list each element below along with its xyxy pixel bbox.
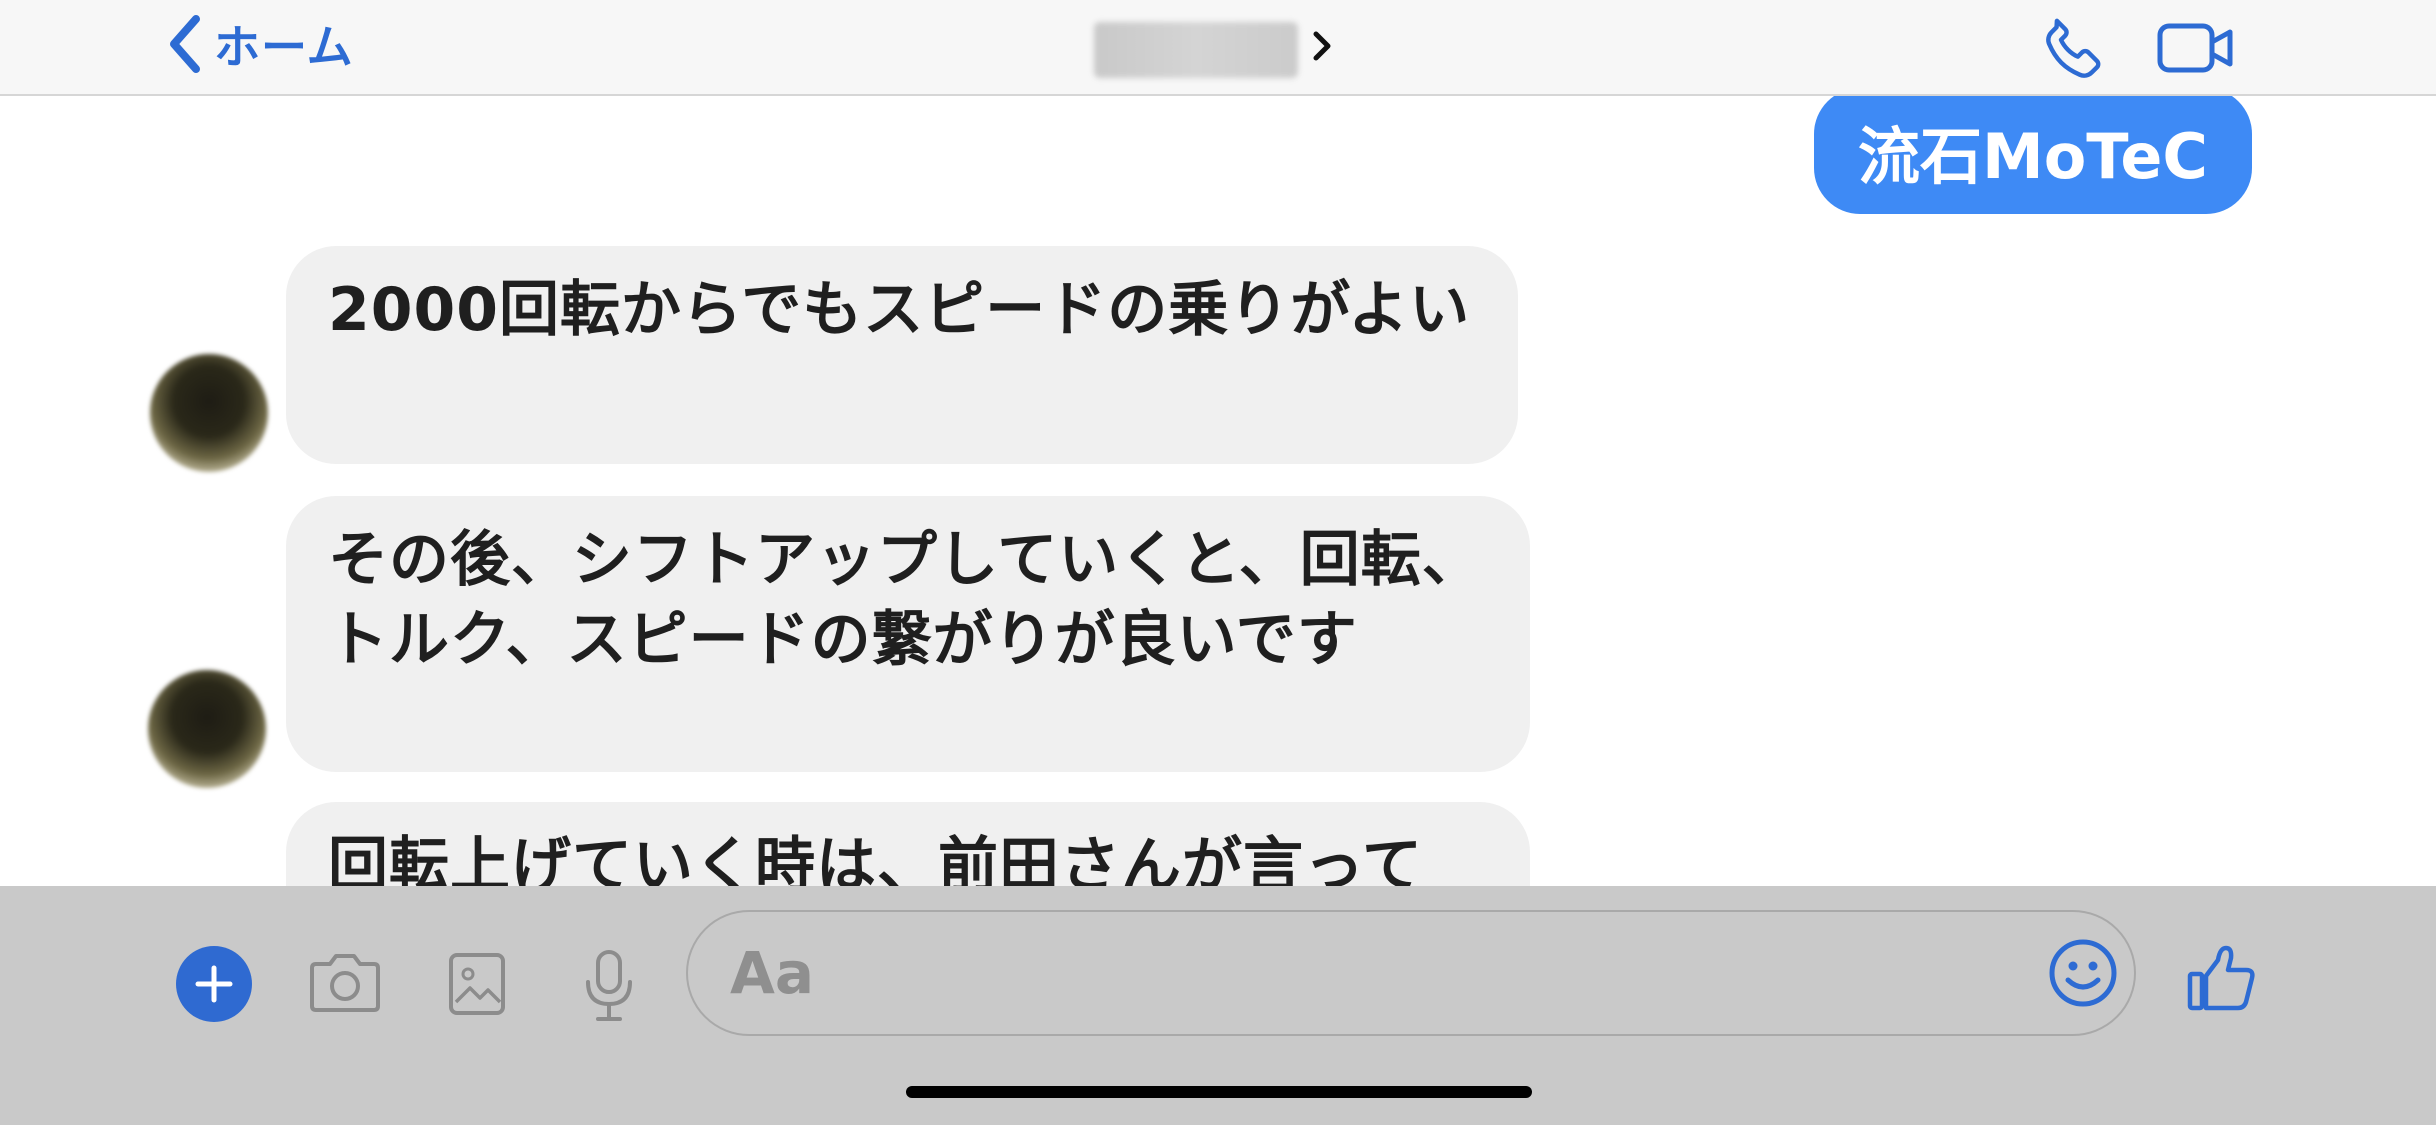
back-label: ホーム <box>214 20 354 74</box>
incoming-message[interactable]: 回転上げていく時は、前田さんが言って <box>286 802 1530 886</box>
video-call-button[interactable] <box>2156 20 2236 80</box>
thumbs-up-icon <box>2186 945 2258 1018</box>
composer-bar <box>0 886 2436 1125</box>
photo-button[interactable] <box>448 952 506 1020</box>
message-list[interactable]: 流石MoTeC 2000回転からでもスピードの乗りがよい その後、シフトアップし… <box>0 96 2436 886</box>
more-actions-button[interactable] <box>176 946 252 1022</box>
home-indicator[interactable] <box>906 1086 1532 1098</box>
video-camera-icon <box>2156 23 2236 80</box>
incoming-message[interactable]: 2000回転からでもスピードの乗りがよい <box>286 246 1518 464</box>
contact-name[interactable] <box>1094 22 1298 78</box>
conversation-header: ホーム <box>0 0 2436 96</box>
microphone-icon <box>580 950 638 1028</box>
camera-button[interactable] <box>308 948 382 1018</box>
voice-call-button[interactable] <box>2036 12 2112 92</box>
back-button[interactable]: ホーム <box>166 12 354 76</box>
like-button[interactable] <box>2186 942 2258 1018</box>
incoming-message[interactable]: その後、シフトアップしていくと、回転、トルク、スピードの繋がりが良いです <box>286 496 1530 772</box>
message-input[interactable] <box>686 910 2136 1036</box>
chevron-right-icon[interactable] <box>1310 28 1334 68</box>
photo-icon <box>448 953 506 1020</box>
emoji-button[interactable] <box>2048 938 2118 1012</box>
avatar[interactable] <box>150 354 268 472</box>
phone-icon <box>2036 18 2112 92</box>
smiley-icon <box>2048 939 2118 1012</box>
chevron-left-icon <box>166 15 202 73</box>
voice-message-button[interactable] <box>580 948 638 1028</box>
outgoing-message[interactable]: 流石MoTeC <box>1814 96 2252 214</box>
avatar[interactable] <box>148 670 266 788</box>
camera-icon <box>308 954 382 1018</box>
